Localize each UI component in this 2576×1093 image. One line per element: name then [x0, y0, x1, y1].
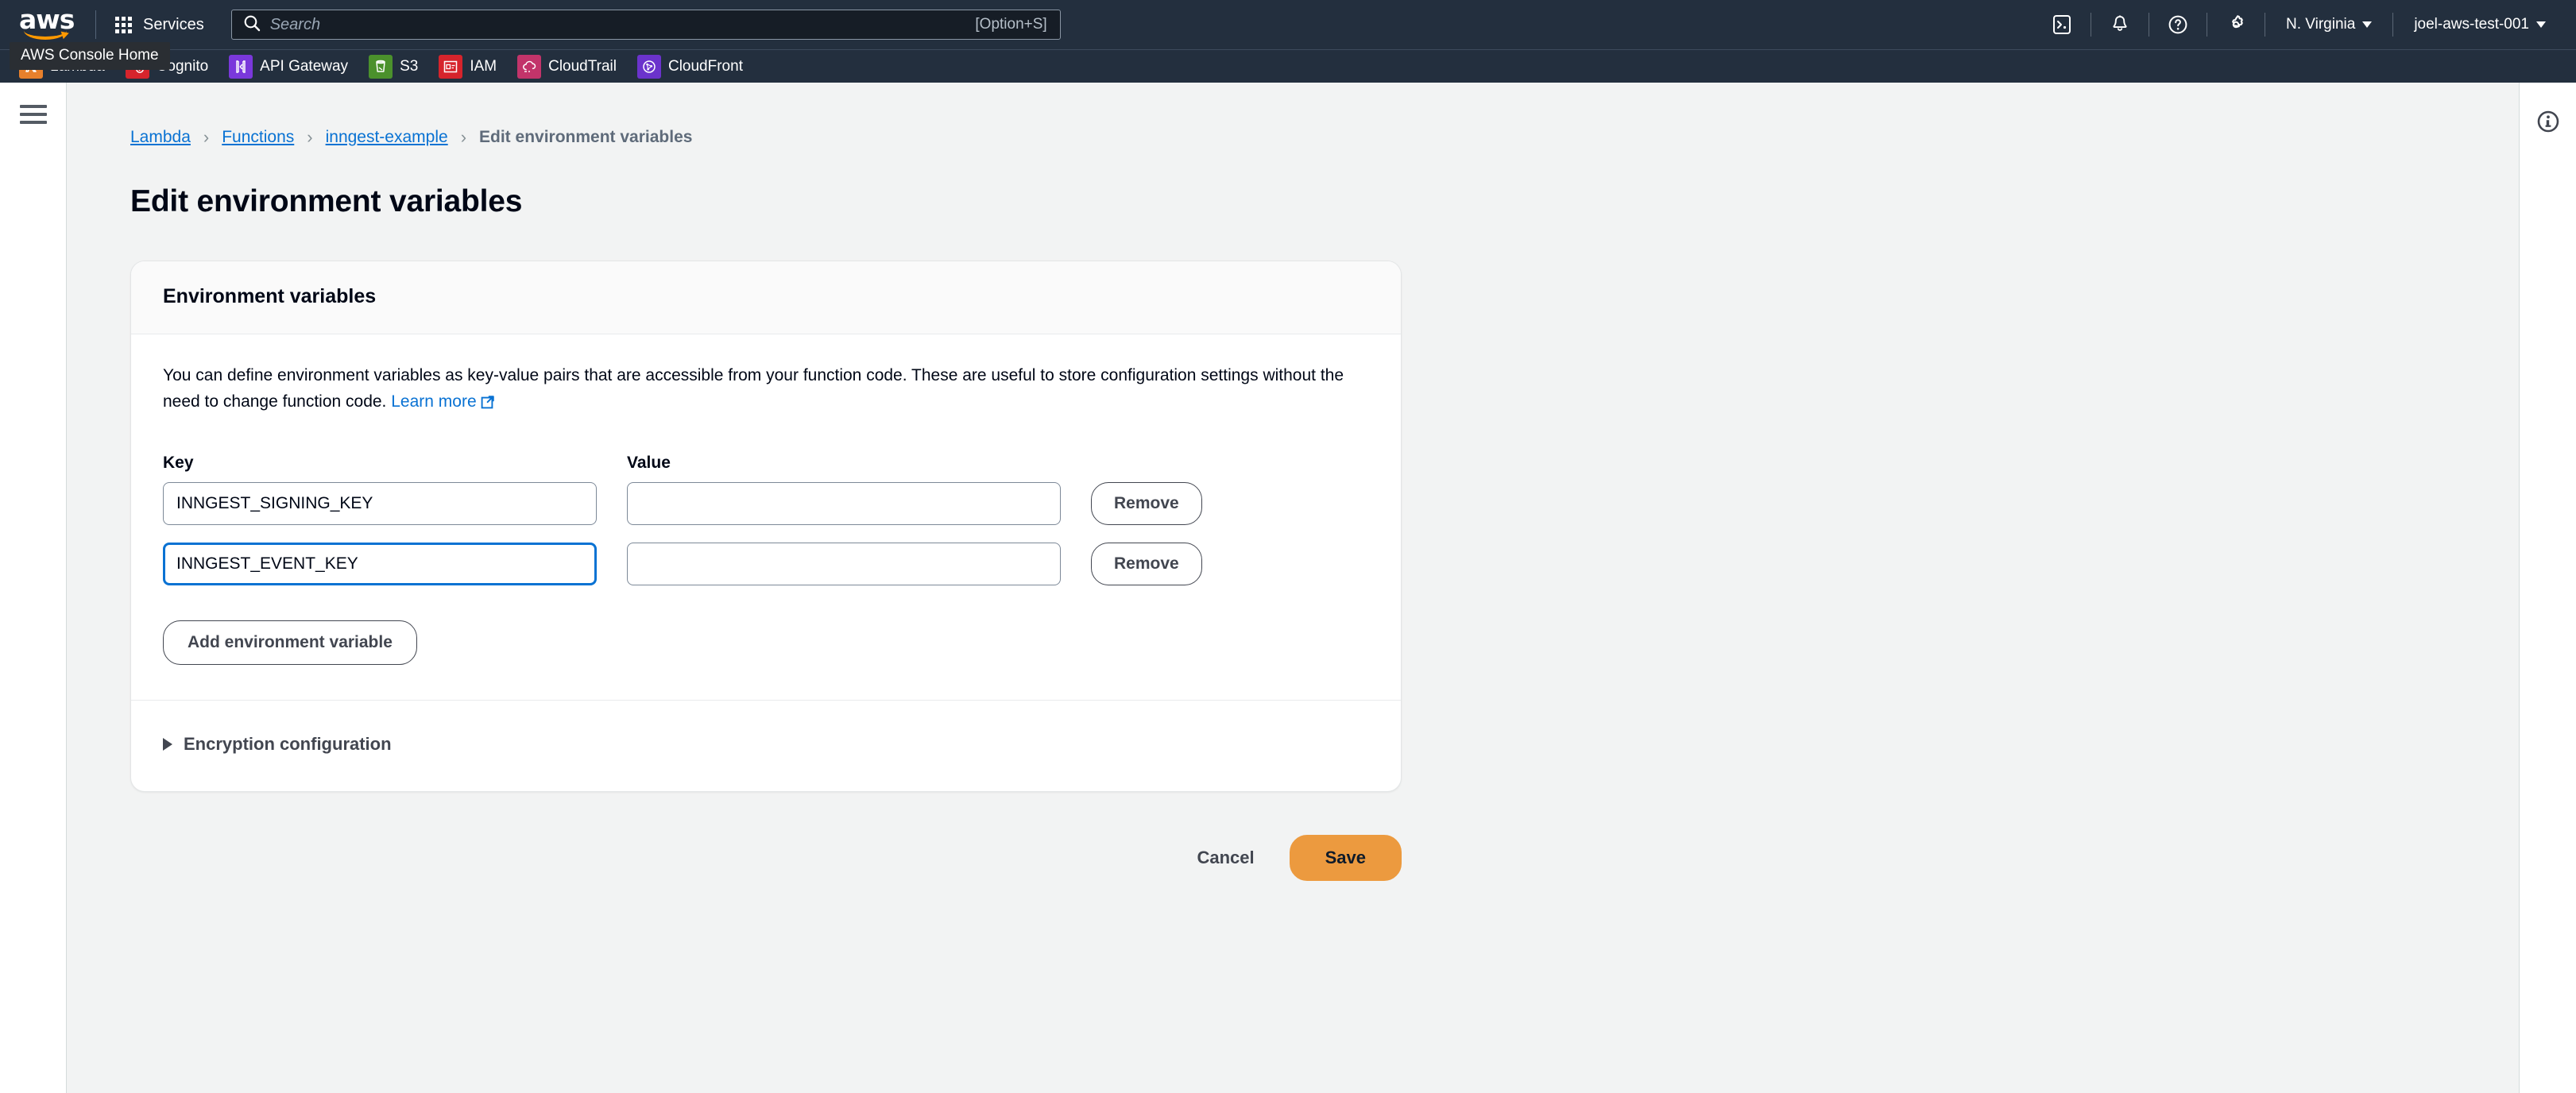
account-menu[interactable]: joel-aws-test-001 [2401, 0, 2559, 49]
key-column-label: Key [163, 454, 597, 473]
page-shell: Lambda › Functions › inngest-example › E… [0, 83, 2576, 1093]
breadcrumb-item-inngest-example[interactable]: inngest-example [326, 128, 448, 147]
favorites-bar: Lambda Cognito API Gateway S3 IAM CloudT… [0, 49, 2576, 83]
form-actions: Cancel Save [130, 835, 1402, 881]
favorite-api-gateway-label: API Gateway [260, 58, 348, 75]
favorite-cloudtrail-label: CloudTrail [548, 58, 617, 75]
favorite-cloudfront-label: CloudFront [668, 58, 743, 75]
breadcrumb-separator-icon: › [307, 127, 312, 148]
encryption-configuration-expander[interactable]: Encryption configuration [163, 734, 1369, 755]
card-description-text: You can define environment variables as … [163, 366, 1344, 411]
services-menu-label: Services [143, 16, 204, 34]
breadcrumb-separator-icon: › [461, 127, 466, 148]
encryption-configuration-section: Encryption configuration [131, 700, 1401, 791]
card-header: Environment variables [131, 261, 1401, 334]
hamburger-menu-icon[interactable] [20, 105, 47, 124]
cancel-button[interactable]: Cancel [1176, 836, 1274, 879]
breadcrumb-separator-icon: › [203, 127, 209, 148]
region-selector[interactable]: N. Virginia [2273, 0, 2385, 49]
breadcrumb: Lambda › Functions › inngest-example › E… [130, 127, 2519, 148]
favorite-iam[interactable]: IAM [439, 55, 497, 79]
search-input[interactable] [270, 16, 976, 34]
breadcrumb-item-lambda[interactable]: Lambda [130, 128, 191, 147]
s3-icon [369, 55, 393, 79]
favorite-api-gateway[interactable]: API Gateway [229, 55, 348, 79]
search-shortcut-hint: [Option+S] [975, 16, 1046, 33]
breadcrumb-item-functions[interactable]: Functions [222, 128, 294, 147]
iam-icon [439, 55, 462, 79]
favorite-s3-label: S3 [400, 58, 418, 75]
add-environment-variable-button[interactable]: Add environment variable [163, 620, 417, 665]
favorite-iam-label: IAM [470, 58, 497, 75]
search-icon [243, 14, 261, 36]
learn-more-link[interactable]: Learn more [391, 392, 494, 411]
cloudfront-icon [637, 55, 661, 79]
grid-icon [115, 17, 132, 33]
breadcrumb-item-current: Edit environment variables [479, 128, 692, 147]
account-menu-label: joel-aws-test-001 [2414, 16, 2529, 33]
favorite-cloudfront[interactable]: CloudFront [637, 55, 743, 79]
aws-logo-smile [24, 29, 67, 40]
favorite-cloudtrail[interactable]: CloudTrail [517, 55, 617, 79]
aws-logo-wordmark: aws [19, 9, 79, 31]
save-button[interactable]: Save [1290, 835, 1402, 881]
cloudtrail-icon [517, 55, 541, 79]
services-menu-button[interactable]: Services [107, 10, 212, 41]
api-gateway-icon [229, 55, 253, 79]
left-navigation-rail [0, 83, 67, 1093]
env-var-value-input-0[interactable] [627, 482, 1061, 525]
card-header-title: Environment variables [163, 285, 1369, 308]
console-home-tooltip: AWS Console Home [10, 42, 170, 70]
kv-column-headers: Key Value [163, 454, 1369, 473]
env-var-value-input-1[interactable] [627, 543, 1061, 585]
env-var-key-input-0[interactable] [163, 482, 597, 525]
global-search-box[interactable]: [Option+S] [231, 10, 1061, 40]
value-column-label: Value [627, 454, 1061, 473]
chevron-down-icon [2362, 21, 2372, 28]
card-description: You can define environment variables as … [163, 363, 1369, 417]
right-info-rail [2519, 83, 2576, 1093]
nav-divider [95, 10, 96, 39]
learn-more-label: Learn more [391, 392, 476, 411]
page-title: Edit environment variables [130, 184, 2519, 219]
card-body: You can define environment variables as … [131, 334, 1401, 700]
main-content: Lambda › Functions › inngest-example › E… [67, 83, 2519, 1093]
top-navigation-bar: aws Services [Option+S] [0, 0, 2576, 49]
cloudshell-icon[interactable] [2041, 0, 2083, 49]
remove-env-var-button-1[interactable]: Remove [1091, 543, 1202, 585]
notifications-bell-icon[interactable] [2099, 0, 2141, 49]
env-var-row: Remove [163, 543, 1369, 585]
env-var-row: Remove [163, 482, 1369, 525]
info-icon[interactable] [2536, 110, 2560, 1093]
env-var-key-input-1[interactable] [163, 543, 597, 585]
settings-gear-icon[interactable] [2215, 0, 2257, 49]
chevron-down-icon [2536, 21, 2546, 28]
environment-variables-card: Environment variables You can define env… [130, 261, 1402, 792]
top-navigation-right-group: N. Virginia joel-aws-test-001 [2041, 0, 2559, 49]
region-selector-label: N. Virginia [2286, 16, 2355, 33]
remove-env-var-button-0[interactable]: Remove [1091, 482, 1202, 525]
encryption-configuration-label: Encryption configuration [184, 734, 392, 755]
aws-logo[interactable]: aws [19, 9, 79, 41]
help-question-icon[interactable] [2157, 0, 2199, 49]
favorite-s3[interactable]: S3 [369, 55, 418, 79]
external-link-icon [481, 392, 495, 418]
chevron-right-icon [163, 738, 172, 751]
nav-divider [2392, 13, 2393, 37]
